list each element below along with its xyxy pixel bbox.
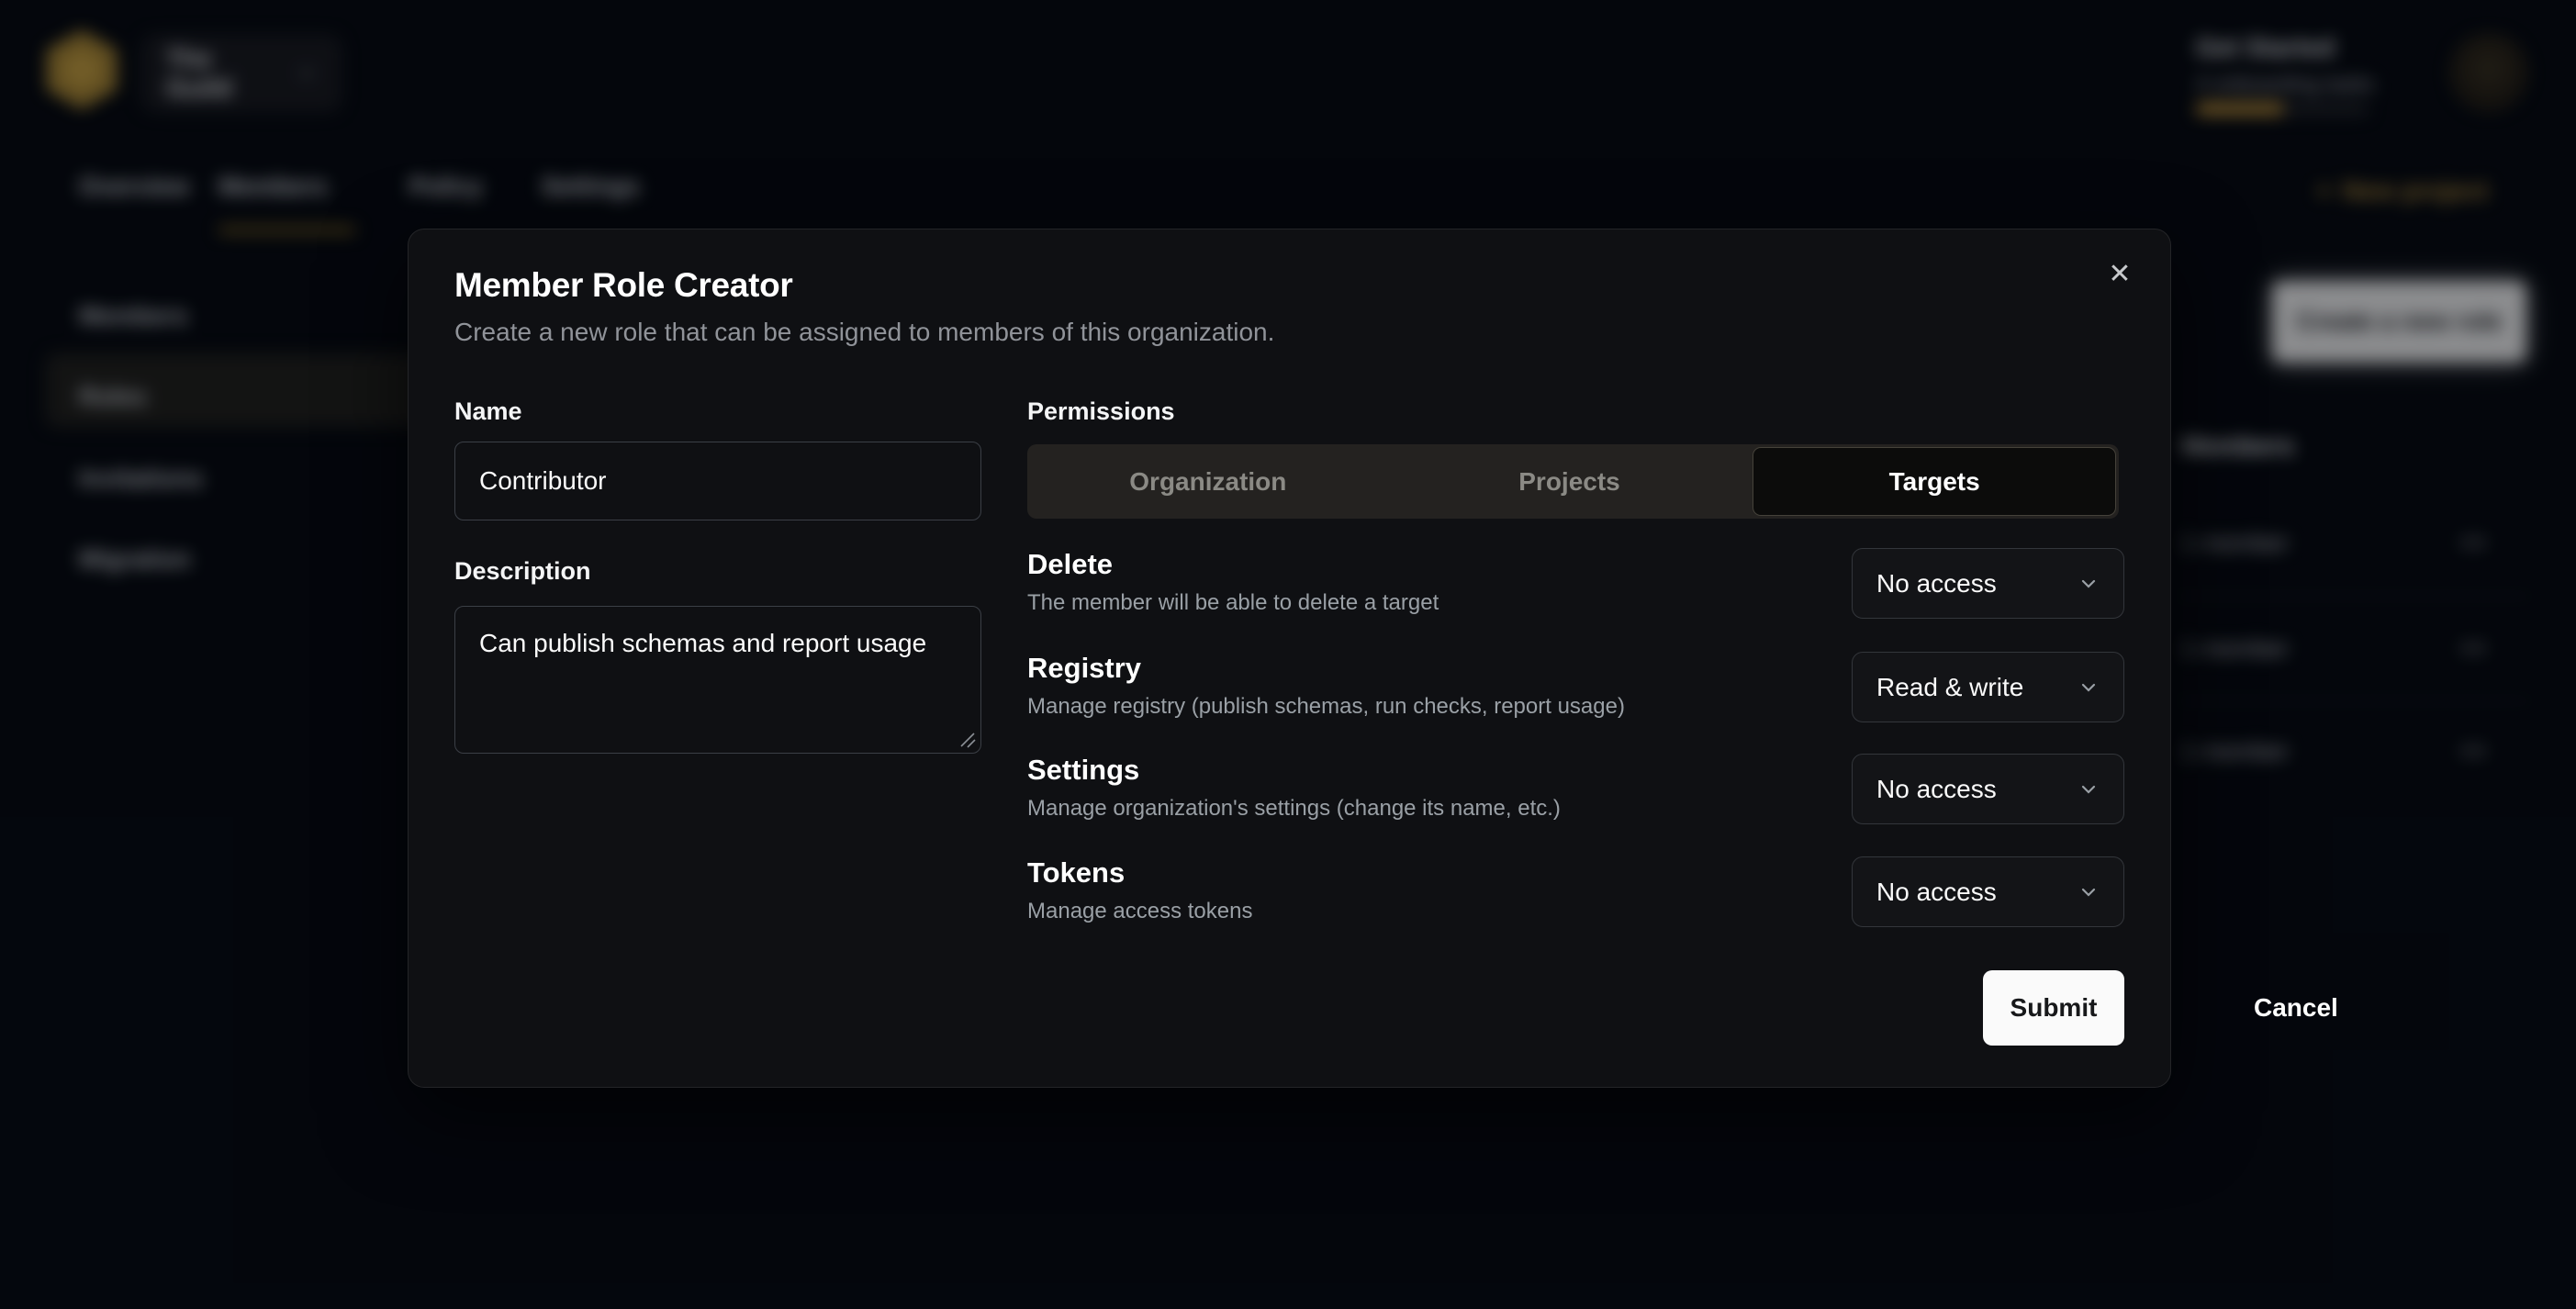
permissions-label: Permissions — [1027, 397, 1175, 426]
chevron-down-icon — [2078, 677, 2100, 699]
role-name-input[interactable] — [454, 442, 981, 520]
description-label: Description — [454, 557, 591, 586]
close-icon: ✕ — [2108, 258, 2131, 290]
select-value: No access — [1876, 569, 1997, 599]
select-value: No access — [1876, 775, 1997, 804]
dialog-subtitle: Create a new role that can be assigned t… — [454, 318, 1274, 347]
select-value: Read & write — [1876, 673, 2023, 702]
permission-name: Tokens — [1027, 856, 1125, 889]
permission-description: Manage organization's settings (change i… — [1027, 796, 1561, 822]
permission-description: Manage registry (publish schemas, run ch… — [1027, 694, 1625, 720]
permission-name: Registry — [1027, 652, 1141, 685]
permission-name: Settings — [1027, 754, 1139, 787]
submit-button[interactable]: Submit — [1983, 970, 2124, 1046]
cancel-button[interactable]: Cancel — [2208, 970, 2384, 1046]
tab-targets[interactable]: Targets — [1753, 447, 2116, 516]
permission-description: Manage access tokens — [1027, 899, 1252, 924]
permission-name: Delete — [1027, 548, 1113, 581]
select-value: No access — [1876, 878, 1997, 907]
close-button[interactable]: ✕ — [2100, 253, 2140, 294]
member-role-creator-dialog: ✕ Member Role Creator Create a new role … — [408, 229, 2171, 1088]
permission-row-registry: Registry Manage registry (publish schema… — [1027, 652, 2124, 734]
permission-row-tokens: Tokens Manage access tokens No access — [1027, 856, 2124, 939]
permission-row-settings: Settings Manage organization's settings … — [1027, 754, 2124, 836]
registry-access-select[interactable]: Read & write — [1852, 652, 2124, 722]
permission-row-delete: Delete The member will be able to delete… — [1027, 548, 2124, 631]
resize-handle-icon[interactable] — [958, 730, 976, 748]
permissions-scope-tablist: Organization Projects Targets — [1027, 444, 2119, 519]
tab-organization[interactable]: Organization — [1027, 444, 1389, 519]
settings-access-select[interactable]: No access — [1852, 754, 2124, 824]
delete-access-select[interactable]: No access — [1852, 548, 2124, 619]
name-label: Name — [454, 397, 522, 426]
dialog-title: Member Role Creator — [454, 266, 793, 305]
role-description-textarea[interactable]: Can publish schemas and report usage — [454, 606, 981, 754]
chevron-down-icon — [2078, 778, 2100, 800]
tokens-access-select[interactable]: No access — [1852, 856, 2124, 927]
app-screen: The Guild Get Started 4 onboarding tasks… — [0, 0, 2576, 1309]
chevron-down-icon — [2078, 881, 2100, 903]
chevron-down-icon — [2078, 573, 2100, 595]
tab-projects[interactable]: Projects — [1389, 444, 1751, 519]
permission-description: The member will be able to delete a targ… — [1027, 590, 1439, 616]
